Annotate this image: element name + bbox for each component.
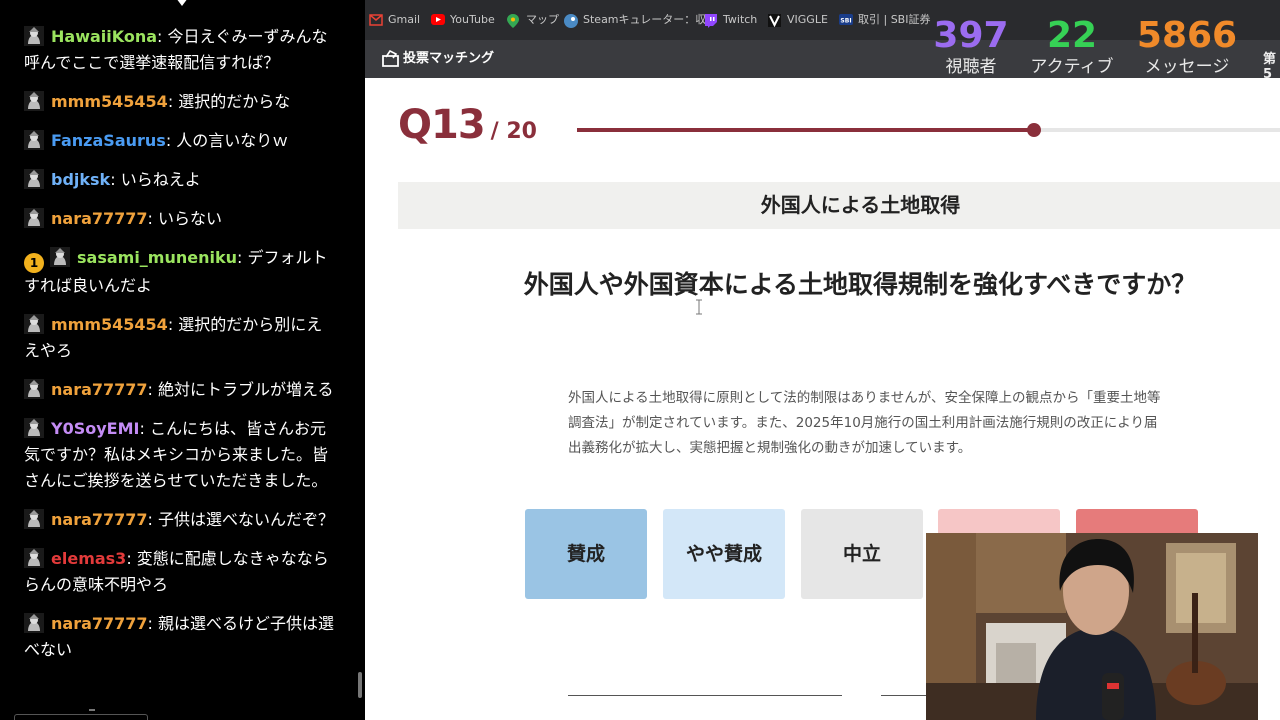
chat-message: elemas3: 変態に配慮しなきゃななららんの意味不明やろ <box>0 546 356 598</box>
chat-username[interactable]: sasami_muneniku <box>77 248 237 267</box>
divider-left <box>568 695 842 696</box>
option-neutral-button[interactable]: 中立 <box>801 509 923 599</box>
chat-separator: : <box>147 614 159 633</box>
chat-text: 絶対にトラブルが増える <box>158 380 334 399</box>
stat-viewers-label: 視聴者 <box>945 57 997 77</box>
user-avatar-icon <box>24 26 44 46</box>
stat-viewers: 397 視聴者 <box>928 16 1014 78</box>
chat-separator: : <box>167 92 179 111</box>
chat-message: mmm545454: 選択的だから別にええやろ <box>0 312 356 364</box>
chat-username[interactable]: nara77777 <box>51 209 148 228</box>
chat-username[interactable]: FanzaSaurus <box>51 131 166 150</box>
text-cursor-icon <box>696 299 702 315</box>
viggle-icon <box>768 14 781 27</box>
chat-username[interactable]: mmm545454 <box>51 315 168 334</box>
user-avatar-icon <box>24 169 44 189</box>
chat-text: いらない <box>158 209 223 228</box>
chat-message: nara77777: 子供は選べないんだぞ？ <box>0 507 356 533</box>
chat-panel: HawaiiKona: 今日えぐみーずみんな呼んでここで選挙速報配信すれば？ mm… <box>0 0 365 720</box>
question-text: 外国人や外国資本による土地取得規制を強化すべきですか？ <box>523 270 1197 299</box>
progress-knob <box>1026 123 1041 137</box>
ballot-box-icon <box>382 50 399 67</box>
chat-message: FanzaSaurus: 人の言いなりｗ <box>0 128 356 154</box>
user-avatar-icon <box>24 314 44 334</box>
stat-active: 22 アクティブ <box>1022 16 1122 78</box>
chat-username[interactable]: nara77777 <box>51 380 148 399</box>
chat-message: bdjksk: いらねえよ <box>0 167 356 193</box>
chat-text: 人の言いなりｗ <box>176 131 289 150</box>
chat-username[interactable]: Y0SoyEMI <box>51 419 139 438</box>
user-avatar-icon <box>24 418 44 438</box>
user-avatar-icon <box>24 91 44 111</box>
chat-message: nara77777: 親は選べるけど子供は選べない <box>0 611 356 663</box>
sbi-icon: SBI <box>839 14 853 25</box>
chat-username[interactable]: bdjksk <box>51 170 110 189</box>
chat-message: 1 sasami_muneniku: デフォルトすれば良いんだよ <box>0 245 356 299</box>
webcam-feed <box>926 533 1258 720</box>
chat-username[interactable]: nara77777 <box>51 614 148 633</box>
user-avatar-icon <box>50 247 70 267</box>
option-agree-button[interactable]: 賛成 <box>525 509 647 599</box>
chat-separator: : <box>147 510 159 529</box>
user-avatar-icon <box>24 208 44 228</box>
chat-separator: : <box>147 380 159 399</box>
stat-messages: 5866 メッセージ <box>1134 16 1240 78</box>
topic-banner: 外国人による土地取得 <box>398 182 1280 229</box>
svg-text:SBI: SBI <box>840 18 851 25</box>
chat-scrollbar[interactable] <box>358 672 362 698</box>
user-avatar-icon <box>24 613 44 633</box>
streamer-camera-image <box>926 533 1258 720</box>
chat-username[interactable]: mmm545454 <box>51 92 168 111</box>
chat-message: Y0SoyEMI: こんにちは、皆さんお元気ですか？私はメキシコから来ました。皆… <box>0 416 356 494</box>
chat-separator: : <box>165 131 177 150</box>
chat-username[interactable]: nara77777 <box>51 510 148 529</box>
stat-active-label: アクティブ <box>1030 57 1114 77</box>
chat-separator: : <box>167 315 179 334</box>
stat-extra-text: 第5 <box>1263 52 1277 82</box>
maps-icon <box>507 14 519 28</box>
user-avatar-icon <box>24 130 44 150</box>
chat-message: nara77777: 絶対にトラブルが増える <box>0 377 356 403</box>
stat-active-value: 22 <box>1046 15 1098 56</box>
twitch-icon <box>705 14 717 28</box>
question-description: 外国人による土地取得に原則として法的制限はありませんが、安全保障上の観点から「重… <box>568 390 1161 456</box>
stat-messages-label: メッセージ <box>1144 57 1230 77</box>
chat-separator: : <box>147 209 159 228</box>
chat-separator: : <box>139 419 150 438</box>
chat-message: HawaiiKona: 今日えぐみーずみんな呼んでここで選挙速報配信すれば？ <box>0 24 356 76</box>
chat-text: 選択的だからな <box>178 92 291 111</box>
chat-separator: : <box>110 170 121 189</box>
chevron-down-icon[interactable] <box>175 0 189 8</box>
question-index: Q13 <box>398 102 486 148</box>
chat-message-list: HawaiiKona: 今日えぐみーずみんな呼んでここで選挙速報配信すれば？ mm… <box>0 24 356 676</box>
chat-username[interactable]: elemas3 <box>51 549 126 568</box>
chat-separator: : <box>157 27 168 46</box>
chat-message: nara77777: いらない <box>0 206 356 232</box>
chat-message: mmm545454: 選択的だからな <box>0 89 356 115</box>
gmail-icon <box>369 14 383 26</box>
chat-text: 子供は選べないんだぞ？ <box>158 510 335 529</box>
progress-fill <box>577 128 1034 132</box>
option-somewhat-agree-button[interactable]: やや賛成 <box>663 509 785 599</box>
question-total: / 20 <box>490 119 537 144</box>
chat-username[interactable]: HawaiiKona <box>51 27 157 46</box>
question-number: Q13/ 20 <box>398 102 537 148</box>
stat-viewers-value: 397 <box>933 15 1009 56</box>
chat-input-edge <box>14 709 148 720</box>
chat-badge: 1 <box>24 253 44 273</box>
youtube-icon <box>431 14 445 25</box>
user-avatar-icon <box>24 509 44 529</box>
chat-separator: : <box>237 248 248 267</box>
chat-text: いらねえよ <box>120 170 201 189</box>
stat-messages-value: 5866 <box>1136 15 1238 56</box>
topic-title: 外国人による土地取得 <box>760 193 961 217</box>
user-avatar-icon <box>24 379 44 399</box>
progress-bar <box>577 123 1280 137</box>
steam-icon <box>564 14 578 28</box>
user-avatar-icon <box>24 548 44 568</box>
chat-separator: : <box>126 549 137 568</box>
